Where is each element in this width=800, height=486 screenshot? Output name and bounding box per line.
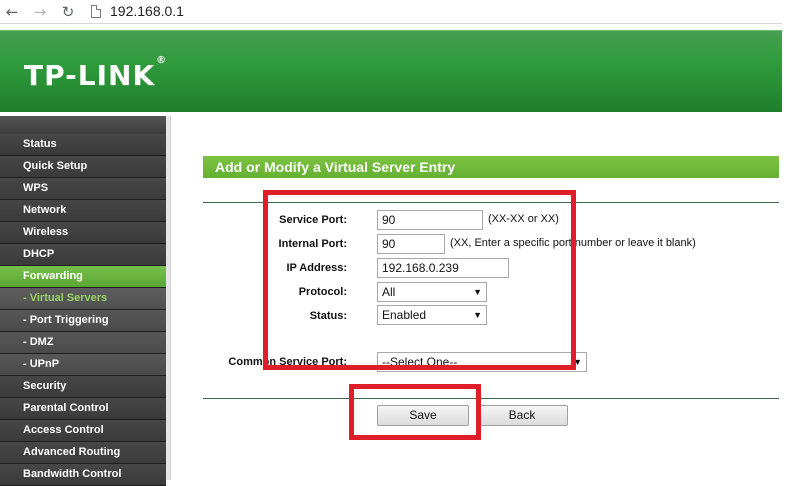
sidebar-item-port-triggering[interactable]: - Port Triggering — [0, 310, 166, 332]
router-header: TP-LINK® — [0, 30, 782, 112]
logo-mark: ® — [156, 54, 168, 66]
sidebar-item-dhcp[interactable]: DHCP — [0, 244, 166, 266]
highlight-box-fields — [263, 190, 576, 370]
sidebar-item-forwarding[interactable]: Forwarding — [0, 266, 166, 288]
sidebar: Status Quick Setup WPS Network Wireless … — [0, 116, 170, 486]
section-title: Add or Modify a Virtual Server Entry — [203, 156, 779, 178]
sidebar-item-security[interactable]: Security — [0, 376, 166, 398]
sidebar-item-wireless[interactable]: Wireless — [0, 222, 166, 244]
browser-toolbar: ← → ↻ 192.168.0.1 — [0, 0, 800, 24]
divider — [203, 398, 779, 399]
sidebar-item-advanced-routing[interactable]: Advanced Routing — [0, 442, 166, 464]
page-right-edge — [782, 10, 800, 480]
sidebar-item-upnp[interactable]: - UPnP — [0, 354, 166, 376]
sidebar-item-network[interactable]: Network — [0, 200, 166, 222]
sidebar-item-dmz[interactable]: - DMZ — [0, 332, 166, 354]
sidebar-item-wps[interactable]: WPS — [0, 178, 166, 200]
address-bar[interactable]: 192.168.0.1 — [110, 3, 184, 19]
sidebar-item-status[interactable]: Status — [0, 134, 166, 156]
back-button[interactable]: Back — [476, 405, 568, 426]
highlight-box-save — [349, 384, 481, 440]
sidebar-item-bandwidth-control[interactable]: Bandwidth Control — [0, 464, 166, 486]
sidebar-menu: Status Quick Setup WPS Network Wireless … — [0, 134, 166, 486]
main-content: Add or Modify a Virtual Server Entry Ser… — [170, 116, 782, 480]
arrow-right-icon[interactable]: → — [30, 2, 50, 22]
logo-text: TP-LINK — [24, 59, 156, 92]
sidebar-item-virtual-servers[interactable]: - Virtual Servers — [0, 288, 166, 310]
sidebar-item-parental-control[interactable]: Parental Control — [0, 398, 166, 420]
sidebar-item-quick-setup[interactable]: Quick Setup — [0, 156, 166, 178]
arrow-left-icon[interactable]: ← — [2, 2, 22, 22]
tp-link-logo: TP-LINK® — [24, 55, 167, 92]
sidebar-item-access-control[interactable]: Access Control — [0, 420, 166, 442]
page-icon — [91, 5, 101, 18]
sidebar-top-bar — [0, 116, 166, 134]
reload-icon[interactable]: ↻ — [58, 2, 78, 22]
